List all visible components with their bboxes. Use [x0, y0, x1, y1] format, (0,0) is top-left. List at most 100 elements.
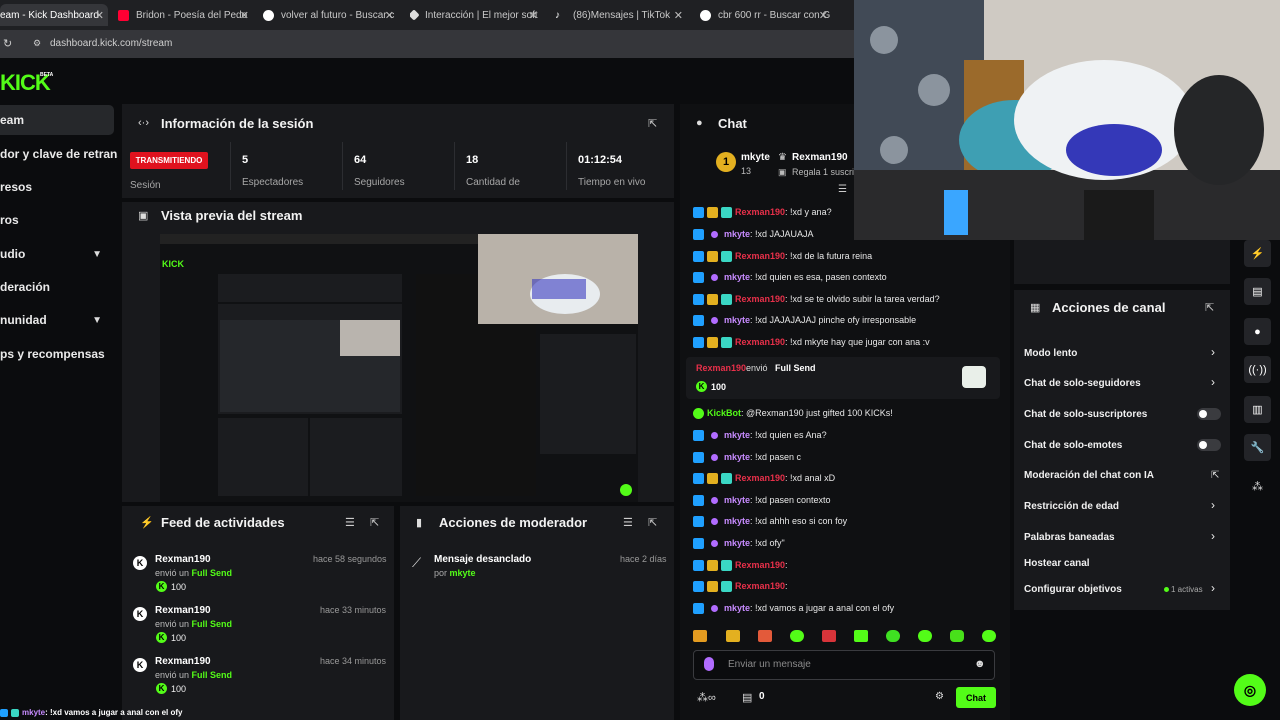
popout-icon[interactable]: ⇱ — [370, 516, 379, 529]
moderator-badge-icon — [693, 228, 704, 240]
chat-username[interactable]: KickBot — [707, 408, 741, 418]
feed-action: envió un — [155, 568, 190, 578]
microphone-icon[interactable] — [704, 657, 714, 671]
apps-icon[interactable]: ⁂ — [1252, 480, 1263, 493]
sidebar-item-registros[interactable]: ros — [0, 205, 118, 235]
sidebar-item-stream-key[interactable]: dor y clave de retransn — [0, 139, 118, 169]
site-settings-icon[interactable]: ⚙ — [33, 38, 41, 49]
close-icon[interactable]: ✕ — [385, 9, 394, 22]
lightning-icon: ⚡ — [140, 517, 154, 529]
broadcast-icon[interactable]: ((·)) — [1244, 356, 1271, 383]
emote-icon[interactable] — [822, 630, 836, 642]
emoji-icon[interactable]: ☻ — [974, 658, 986, 670]
chat-username[interactable]: mkyte — [724, 538, 750, 548]
chat-username[interactable]: mkyte — [724, 603, 750, 613]
chat-input-placeholder: Enviar un mensaje — [728, 659, 811, 670]
crown-badge-icon — [707, 472, 718, 484]
feed-user[interactable]: Rexman190 — [155, 656, 211, 667]
tab-youtube[interactable]: Bridon - Poesía del Pedo ✕ — [118, 4, 253, 26]
popout-icon[interactable]: ⇱ — [1205, 301, 1214, 314]
help-support-icon[interactable]: ◎ — [1234, 674, 1266, 706]
emotes-only-toggle[interactable] — [1197, 439, 1221, 451]
emote-icon[interactable] — [854, 630, 868, 642]
chat-username[interactable]: mkyte — [724, 272, 750, 282]
subs-only-toggle[interactable] — [1197, 408, 1221, 420]
layout-icon[interactable]: ▥ — [1244, 396, 1271, 423]
kicks-coin-icon: K — [156, 581, 167, 592]
feed-user[interactable]: Rexman190 — [155, 605, 211, 616]
chat-username[interactable]: Rexman190 — [735, 560, 785, 570]
chat-username[interactable]: Rexman190 — [735, 251, 785, 261]
chat-input[interactable]: Enviar un mensaje ☻ — [693, 650, 995, 680]
send-chat-button[interactable]: Chat — [956, 687, 996, 708]
close-icon[interactable]: ✕ — [95, 9, 104, 22]
diamond-icon — [410, 9, 420, 21]
chat-username[interactable]: Rexman190 — [735, 337, 785, 347]
close-icon[interactable]: ✕ — [529, 9, 538, 22]
gifter-badge-icon — [711, 273, 718, 281]
chat-username[interactable]: Rexman190 — [735, 473, 785, 483]
emote-icon[interactable] — [918, 630, 932, 642]
store-icon[interactable]: ▤ — [742, 691, 752, 704]
chat-username[interactable]: mkyte — [724, 430, 750, 440]
reload-icon[interactable]: ↻ — [3, 37, 12, 50]
sidebar-item-comunidad[interactable]: nunidad ▼ — [0, 305, 118, 335]
emote-icon[interactable] — [886, 630, 900, 642]
pinned-gifter[interactable]: Rexman190 — [792, 152, 848, 163]
tab-interaccion[interactable]: Interacción | El mejor soft ✕ — [410, 4, 542, 26]
sidebar-item-audio[interactable]: udio ▼ — [0, 239, 118, 269]
collapse-icon[interactable]: ☰ — [838, 184, 847, 195]
sidebar-item-recompensas[interactable]: ps y recompensas — [0, 339, 118, 369]
sidebar-item-ingresos[interactable]: resos — [0, 172, 118, 202]
chat-username[interactable]: Rexman190 — [735, 294, 785, 304]
chat-username[interactable]: Rexman190 — [735, 207, 785, 217]
quick-action-lightning-icon[interactable]: ⚡ — [1244, 240, 1271, 267]
chat-icon[interactable]: ● — [1244, 318, 1271, 345]
chat-username[interactable]: mkyte — [724, 229, 750, 239]
popout-icon[interactable]: ⇱ — [648, 516, 657, 529]
tab-google-search-2[interactable]: cbr 600 rr - Buscar con G ✕ — [700, 4, 832, 26]
emote-icon[interactable] — [790, 630, 804, 642]
filter-icon[interactable]: ☰ — [345, 516, 355, 529]
chat-username[interactable]: mkyte — [724, 516, 750, 526]
url-field[interactable]: dashboard.kick.com/stream — [50, 38, 172, 49]
moderator-badge-icon — [693, 206, 704, 218]
gift-icon: ▣ — [778, 167, 787, 177]
emote-icon[interactable] — [950, 630, 964, 642]
gift-card-user[interactable]: Rexman190 — [696, 363, 746, 373]
emote-icon[interactable] — [758, 630, 772, 642]
chat-username[interactable]: mkyte — [724, 452, 750, 462]
live-status-badge: TRANSMITIENDO — [130, 152, 208, 169]
stream-preview-video[interactable]: KICK — [160, 234, 638, 502]
badge-icon — [0, 708, 8, 717]
sidebar-item-stream[interactable]: eam — [0, 105, 114, 135]
emote-icon[interactable] — [693, 630, 707, 642]
chat-text: : — [785, 560, 788, 570]
divider — [454, 142, 455, 190]
mod-action-by: por mkyte — [434, 568, 476, 578]
notes-icon[interactable]: ▤ — [1244, 278, 1271, 305]
sidebar-item-label: resos — [0, 180, 33, 194]
tab-kick-dashboard[interactable]: eam - Kick Dashboard ✕ — [0, 4, 108, 26]
chat-username[interactable]: mkyte — [724, 495, 750, 505]
chat-username[interactable]: Rexman190 — [735, 581, 785, 591]
tab-tiktok[interactable]: ♪ (86)Mensajes | TikTok ✕ — [555, 4, 687, 26]
mod-action-user[interactable]: mkyte — [450, 568, 476, 578]
filter-icon[interactable]: ☰ — [623, 516, 633, 529]
pinned-user[interactable]: mkyte — [741, 152, 770, 163]
kick-icon: K — [133, 607, 147, 621]
sidebar-item-moderacion[interactable]: deración — [0, 272, 118, 302]
chat-message: Rexman190: — [693, 579, 788, 593]
users-icon[interactable]: ⁂∞ — [697, 691, 716, 704]
tab-google-search[interactable]: volver al futuro - Buscar c ✕ — [263, 4, 398, 26]
emote-icon[interactable] — [982, 630, 996, 642]
settings-icon[interactable]: ⚙ — [935, 691, 944, 702]
close-icon[interactable]: ✕ — [674, 9, 683, 22]
close-icon[interactable]: ✕ — [240, 9, 249, 22]
emote-icon[interactable] — [726, 630, 740, 642]
wrench-icon[interactable]: 🔧 — [1244, 434, 1271, 461]
feed-user[interactable]: Rexman190 — [155, 554, 211, 565]
chat-username[interactable]: mkyte — [724, 315, 750, 325]
popout-icon[interactable]: ⇱ — [648, 117, 657, 130]
close-icon[interactable]: ✕ — [819, 9, 828, 22]
